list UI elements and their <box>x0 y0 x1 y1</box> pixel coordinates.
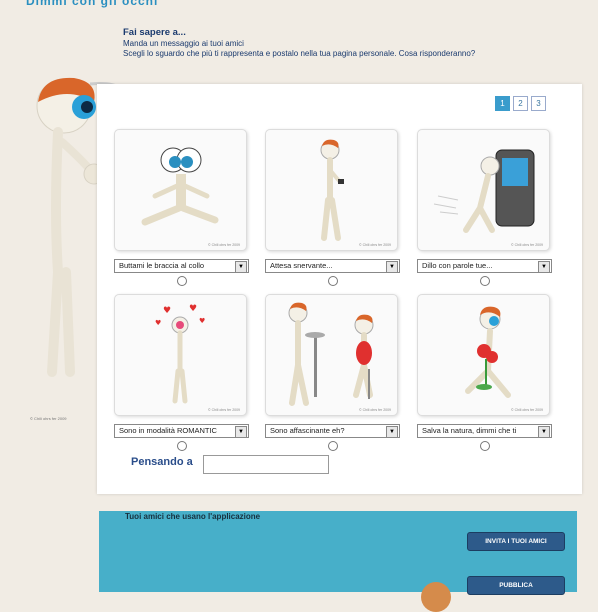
figure-phone-image <box>433 149 535 233</box>
card-5-select[interactable]: Sono affascinante eh? ▼ <box>265 424 400 438</box>
select-value: Salva la natura, dimmi che ti <box>422 426 517 435</box>
card-2-radio[interactable] <box>327 276 338 286</box>
copyright-note: © Chili ohrs fer 2009 <box>30 416 67 421</box>
image-caption: © Chili ohrs fer 2009 <box>208 243 240 247</box>
figure-waiting-image <box>320 139 344 241</box>
card-4-image[interactable]: ♥ ♥ ♥ ♥ © Chili ohrs fer 2009 <box>114 294 247 416</box>
friends-title: Tuoi amici che usano l'applicazione <box>125 512 261 521</box>
select-value: Sono affascinante eh? <box>270 426 345 435</box>
svg-text:♥: ♥ <box>199 317 205 325</box>
select-value: Attesa snervante... <box>270 261 333 270</box>
card-3-select[interactable]: Dillo con parole tue... ▼ <box>417 259 552 273</box>
pager: 1 2 3 <box>495 96 546 111</box>
card-5: © Chili ohrs fer 2009 Sono affascinante … <box>265 294 400 451</box>
card-2-select[interactable]: Attesa snervante... ▼ <box>265 259 400 273</box>
card-5-radio[interactable] <box>327 441 338 451</box>
page-heading: Fai sapere a... <box>123 27 186 38</box>
card-6: © Chili ohrs fer 2009 Salva la natura, d… <box>417 294 552 451</box>
image-caption: © Chili ohrs fer 2009 <box>511 408 543 412</box>
page-3-button[interactable]: 3 <box>531 96 546 111</box>
image-caption: © Chili ohrs fer 2009 <box>359 408 391 412</box>
chevron-down-icon[interactable]: ▼ <box>386 426 398 438</box>
card-1: © Chili ohrs fer 2009 Buttami le braccia… <box>114 129 249 286</box>
card-6-radio[interactable] <box>479 441 490 451</box>
thinking-input[interactable] <box>203 455 329 474</box>
select-value: Sono in modalità ROMANTIC <box>119 426 217 435</box>
figure-romantic-image: ♥ ♥ ♥ ♥ <box>155 304 205 404</box>
card-1-radio[interactable] <box>176 276 187 286</box>
card-1-select[interactable]: Buttami le braccia al collo ▼ <box>114 259 249 273</box>
card-5-image[interactable]: © Chili ohrs fer 2009 <box>265 294 398 416</box>
page-1-button[interactable]: 1 <box>495 96 510 111</box>
select-value: Dillo con parole tue... <box>422 261 493 270</box>
select-value: Buttami le braccia al collo <box>119 261 205 270</box>
friends-section: Tuoi amici che usano l'applicazione INVI… <box>99 511 577 595</box>
thinking-label: Pensando a <box>131 456 193 468</box>
card-2-image[interactable]: © Chili ohrs fer 2009 <box>265 129 398 251</box>
app-title: Dimmi con gli occhi <box>26 0 159 8</box>
card-4: ♥ ♥ ♥ ♥ © Chili ohrs fer 2009 Sono in mo… <box>114 294 249 451</box>
header-line-1: Manda un messaggio ai tuoi amici <box>123 39 244 48</box>
card-1-image[interactable]: © Chili ohrs fer 2009 <box>114 129 247 251</box>
card-3-image[interactable]: © Chili ohrs fer 2009 <box>417 129 550 251</box>
figure-sitting-image <box>141 147 219 226</box>
card-6-select[interactable]: Salva la natura, dimmi che ti ▼ <box>417 424 552 438</box>
header-line-2: Scegli lo sguardo che più ti rappresenta… <box>123 49 476 58</box>
main-panel: 1 2 3 © Chili ohrs fer 2009 Buttami le b… <box>97 84 582 494</box>
svg-text:♥: ♥ <box>155 319 161 327</box>
image-caption: © Chili ohrs fer 2009 <box>511 243 543 247</box>
svg-text:♥: ♥ <box>189 304 197 314</box>
card-3: © Chili ohrs fer 2009 Dillo con parole t… <box>417 129 552 286</box>
svg-text:♥: ♥ <box>163 306 171 316</box>
card-2: © Chili ohrs fer 2009 Attesa snervante..… <box>265 129 400 286</box>
card-6-image[interactable]: © Chili ohrs fer 2009 <box>417 294 550 416</box>
top-strip: Dimmi con gli occhi <box>0 0 598 8</box>
header: Fai sapere a... Manda un messaggio ai tu… <box>123 27 563 59</box>
mascot-head-partial <box>421 582 451 612</box>
chevron-down-icon[interactable]: ▼ <box>386 261 398 273</box>
chevron-down-icon[interactable]: ▼ <box>538 261 550 273</box>
chevron-down-icon[interactable]: ▼ <box>235 261 247 273</box>
chevron-down-icon[interactable]: ▼ <box>538 426 550 438</box>
figure-couple-image <box>288 302 374 406</box>
publish-button[interactable]: PUBBLICA <box>467 576 565 595</box>
page-2-button[interactable]: 2 <box>513 96 528 111</box>
invite-friends-button[interactable]: INVITA I TUOI AMICI <box>467 532 565 551</box>
card-4-select[interactable]: Sono in modalità ROMANTIC ▼ <box>114 424 249 438</box>
card-4-radio[interactable] <box>176 441 187 451</box>
card-3-radio[interactable] <box>479 276 490 286</box>
image-caption: © Chili ohrs fer 2009 <box>359 243 391 247</box>
chevron-down-icon[interactable]: ▼ <box>235 426 247 438</box>
figure-nature-image <box>465 306 511 398</box>
image-caption: © Chili ohrs fer 2009 <box>208 408 240 412</box>
